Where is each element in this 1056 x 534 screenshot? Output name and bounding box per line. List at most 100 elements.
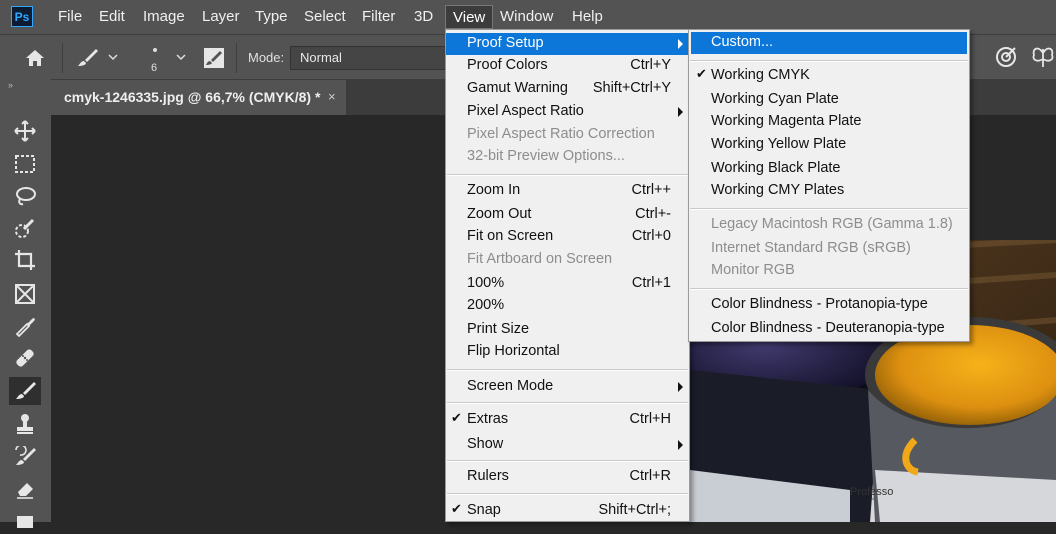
- eraser-tool-icon[interactable]: [9, 475, 41, 503]
- crop-tool-icon[interactable]: [9, 246, 41, 274]
- menu-item-label: Fit Artboard on Screen: [467, 251, 613, 267]
- document-tab[interactable]: cmyk-1246335.jpg @ 66,7% (CMYK/8) *: [51, 80, 346, 115]
- menu-edit[interactable]: Edit: [92, 0, 132, 34]
- menu-item-screen-mode[interactable]: Screen Mode: [446, 376, 689, 398]
- submenu-item-working-cyan-plate[interactable]: Working Cyan Plate: [689, 89, 969, 111]
- history-brush-tool-icon[interactable]: [9, 443, 41, 471]
- menu-item-label: Extras: [467, 411, 509, 427]
- submenu-arrow-icon: [678, 382, 683, 392]
- submenu-arrow-icon: [678, 440, 683, 450]
- brush-preset-icon[interactable]: [76, 47, 100, 69]
- menu-item-label: Color Blindness - Protanopia-type: [711, 296, 928, 312]
- submenu-item-working-magenta-plate[interactable]: Working Magenta Plate: [689, 111, 969, 133]
- menu-file[interactable]: File: [51, 0, 89, 34]
- brush-tool-icon[interactable]: [9, 377, 41, 405]
- menu-item-label: Flip Horizontal: [467, 343, 560, 359]
- menu-layer[interactable]: Layer: [195, 0, 247, 34]
- menu-item-label: Working Yellow Plate: [711, 136, 847, 152]
- submenu-item-working-black-plate[interactable]: Working Black Plate: [689, 158, 969, 180]
- menu-item-snap[interactable]: ✔ Snap Shift+Ctrl+;: [446, 500, 689, 522]
- checkmark-icon: ✔: [696, 66, 707, 81]
- submenu-item-working-cmy-plates[interactable]: Working CMY Plates: [689, 180, 969, 202]
- menu-item-label: Legacy Macintosh RGB (Gamma 1.8): [711, 216, 953, 232]
- menu-item-shortcut: Ctrl++: [631, 182, 672, 198]
- submenu-item-deuteranopia[interactable]: Color Blindness - Deuteranopia-type: [689, 318, 969, 340]
- marquee-tool-icon[interactable]: [9, 150, 41, 178]
- menu-item-label: Pixel Aspect Ratio Correction: [467, 126, 655, 142]
- menu-item-shortcut: Shift+Ctrl+;: [598, 502, 671, 518]
- menu-item-label: Rulers: [467, 468, 509, 484]
- chevron-down-icon[interactable]: [108, 54, 118, 62]
- menu-item-shortcut: Ctrl+Y: [630, 57, 671, 73]
- menu-view[interactable]: View: [445, 5, 494, 29]
- menu-item-label: 200%: [467, 297, 505, 313]
- options-divider: [62, 43, 63, 73]
- menu-item-shortcut: Ctrl+1: [631, 275, 671, 291]
- menu-select[interactable]: Select: [297, 0, 353, 34]
- menu-item-label: Zoom In: [467, 182, 521, 198]
- brush-size-value[interactable]: 6: [151, 62, 157, 74]
- menu-item-label: Pixel Aspect Ratio: [467, 103, 584, 119]
- menu-item-200-percent[interactable]: 200%: [446, 295, 689, 317]
- menu-3d[interactable]: 3D: [407, 0, 440, 34]
- menu-item-100-percent[interactable]: 100% Ctrl+1: [446, 273, 689, 295]
- menu-item-label: Proof Colors: [467, 57, 548, 73]
- menu-separator: [447, 174, 688, 176]
- menu-item-label: Gamut Warning: [467, 80, 568, 96]
- menu-item-extras[interactable]: ✔ Extras Ctrl+H: [446, 409, 689, 431]
- submenu-item-working-yellow-plate[interactable]: Working Yellow Plate: [689, 134, 969, 156]
- mode-select[interactable]: Normal: [290, 46, 446, 70]
- menu-item-rulers[interactable]: Rulers Ctrl+R: [446, 466, 689, 488]
- menu-item-label: Snap: [467, 502, 501, 518]
- submenu-item-custom[interactable]: Custom...: [691, 32, 967, 54]
- chevron-down-icon[interactable]: [176, 54, 186, 62]
- menu-item-pixel-aspect-ratio-correction: Pixel Aspect Ratio Correction: [446, 124, 689, 146]
- menu-item-print-size[interactable]: Print Size: [446, 319, 689, 341]
- menu-item-gamut-warning[interactable]: Gamut Warning Shift+Ctrl+Y: [446, 78, 689, 100]
- menu-item-zoom-out[interactable]: Zoom Out Ctrl+-: [446, 204, 689, 226]
- menu-item-proof-colors[interactable]: Proof Colors Ctrl+Y: [446, 55, 689, 77]
- menu-type[interactable]: Type: [248, 0, 295, 34]
- home-icon[interactable]: [24, 48, 46, 68]
- mode-label: Mode:: [248, 50, 285, 65]
- submenu-arrow-icon: [678, 107, 683, 117]
- menu-item-shortcut: Ctrl+R: [629, 468, 672, 484]
- menu-separator: [447, 402, 688, 404]
- menu-image[interactable]: Image: [136, 0, 192, 34]
- close-icon[interactable]: ×: [328, 80, 336, 115]
- gradient-tool-icon[interactable]: [9, 506, 41, 534]
- menu-item-proof-setup[interactable]: Proof Setup: [446, 33, 689, 55]
- menu-item-zoom-in[interactable]: Zoom In Ctrl++: [446, 180, 689, 202]
- menu-item-label: 32-bit Preview Options...: [467, 148, 625, 164]
- menu-item-flip-horizontal[interactable]: Flip Horizontal: [446, 341, 689, 363]
- clone-stamp-tool-icon[interactable]: [9, 410, 41, 438]
- options-divider: [236, 43, 237, 73]
- menu-item-pixel-aspect-ratio[interactable]: Pixel Aspect Ratio: [446, 101, 689, 123]
- submenu-item-working-cmyk[interactable]: ✔ Working CMYK: [689, 65, 969, 87]
- menu-separator: [447, 369, 688, 371]
- photo-label-text: Professo: [850, 486, 893, 498]
- menu-item-label: Internet Standard RGB (sRGB): [711, 240, 911, 256]
- submenu-item-protanopia[interactable]: Color Blindness - Protanopia-type: [689, 294, 969, 316]
- frame-tool-icon[interactable]: [9, 280, 41, 308]
- menu-item-fit-artboard-on-screen: Fit Artboard on Screen: [446, 249, 689, 271]
- menu-item-show[interactable]: Show: [446, 434, 689, 456]
- pressure-target-icon[interactable]: [994, 45, 1018, 69]
- menu-item-label: Monitor RGB: [711, 262, 795, 278]
- photoshop-logo: Ps: [11, 6, 33, 27]
- symmetry-butterfly-icon[interactable]: [1030, 45, 1056, 69]
- menu-item-label: Fit on Screen: [467, 228, 554, 244]
- menu-item-shortcut: Ctrl+-: [635, 206, 671, 222]
- brush-dot-icon: [153, 48, 157, 52]
- move-tool-icon[interactable]: [9, 117, 41, 145]
- menu-filter[interactable]: Filter: [355, 0, 402, 34]
- healing-brush-tool-icon[interactable]: [9, 344, 41, 372]
- quick-selection-tool-icon[interactable]: [9, 214, 41, 242]
- submenu-item-internet-standard-rgb: Internet Standard RGB (sRGB): [689, 238, 969, 260]
- brush-settings-icon[interactable]: [203, 47, 225, 69]
- menu-item-fit-on-screen[interactable]: Fit on Screen Ctrl+0: [446, 226, 689, 248]
- panel-collapse-icon[interactable]: »: [8, 80, 13, 90]
- lasso-tool-icon[interactable]: [9, 182, 41, 210]
- view-menu-dropdown: Proof Setup Proof Colors Ctrl+Y Gamut Wa…: [445, 29, 690, 522]
- eyedropper-tool-icon[interactable]: [9, 312, 41, 340]
